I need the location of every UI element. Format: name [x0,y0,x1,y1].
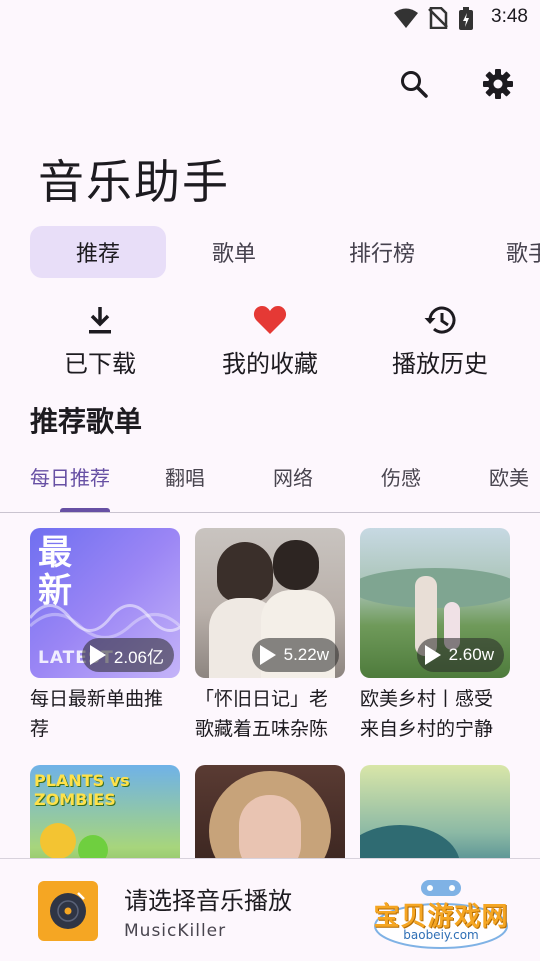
play-icon [259,645,276,665]
subtab-cover[interactable]: 翻唱 [165,462,205,491]
app-title: 音乐助手 [38,155,230,209]
tab-recommend[interactable]: 推荐 [30,226,166,278]
playlist-card[interactable]: 最新 LATEST 2.06亿 每日最新单曲推荐 [30,528,180,744]
play-count: 5.22w [251,638,339,672]
play-icon [89,645,106,665]
watermark-url: baobeiy.com [403,928,479,942]
heart-icon [253,306,287,334]
settings-button[interactable] [476,62,520,106]
playlist-card[interactable]: 2.60w 欧美乡村丨感受来自乡村的宁静 [360,528,510,744]
cover-person-right [273,540,319,590]
player-title: 请选择音乐播放 [124,887,292,915]
cover-character [40,823,76,859]
cover-title: PLANTS vs ZOMBIES [34,771,130,809]
subtab-daily[interactable]: 每日推荐 [30,462,110,491]
search-button[interactable] [392,62,436,106]
playlist-title: 每日最新单曲推荐 [30,688,164,740]
playlist-cover: 最新 LATEST 2.06亿 [30,528,180,678]
playlist-card[interactable]: 5.22w 「怀旧日记」老歌藏着五味杂陈 [195,528,345,744]
subtab-western[interactable]: 欧美 [489,462,529,491]
tab-charts[interactable]: 排行榜 [302,226,462,278]
subtab-sad[interactable]: 伤感 [381,462,421,491]
tab-artists[interactable]: 歌手 [474,226,540,278]
section-title: 推荐歌单 [30,405,143,438]
play-count: 2.06亿 [81,638,174,672]
subtab-internet[interactable]: 网络 [273,462,313,491]
playlist-cover: 2.60w [360,528,510,678]
watermark-logo: 宝贝游戏网 baobeiy.com [366,872,516,952]
playlist-title: 欧美乡村丨感受来自乡村的宁静 [360,688,494,740]
top-tabs: 推荐 歌单 排行榜 歌手 [0,226,540,278]
wifi-icon [394,8,418,28]
history-button[interactable]: 播放历史 [360,300,520,379]
tab-playlists[interactable]: 歌单 [166,226,302,278]
favorites-button[interactable]: 我的收藏 [190,300,350,379]
download-icon [89,307,111,334]
status-time: 3:48 [491,6,528,27]
history-icon [424,306,456,334]
record-icon [50,892,86,929]
playlist-category-tabs: 每日推荐 翻唱 网络 伤感 欧美 [0,452,540,513]
cover-person-left [217,542,273,602]
tab-indicator [60,508,110,512]
no-sim-icon [428,7,448,29]
downloaded-label: 已下载 [64,350,136,378]
play-icon [424,645,441,665]
playlist-cover: 5.22w [195,528,345,678]
play-count: 2.60w [416,638,504,672]
playlist-title: 「怀旧日记」老歌藏着五味杂陈 [195,688,329,740]
downloaded-button[interactable]: 已下载 [20,300,180,379]
favorites-label: 我的收藏 [222,350,318,378]
search-icon [401,71,428,98]
album-thumbnail [38,881,98,941]
gear-icon [483,69,513,99]
history-label: 播放历史 [392,350,488,378]
player-subtitle: MusicKiller [124,921,227,941]
battery-icon [459,7,473,30]
status-bar: 3:48 [0,0,540,36]
